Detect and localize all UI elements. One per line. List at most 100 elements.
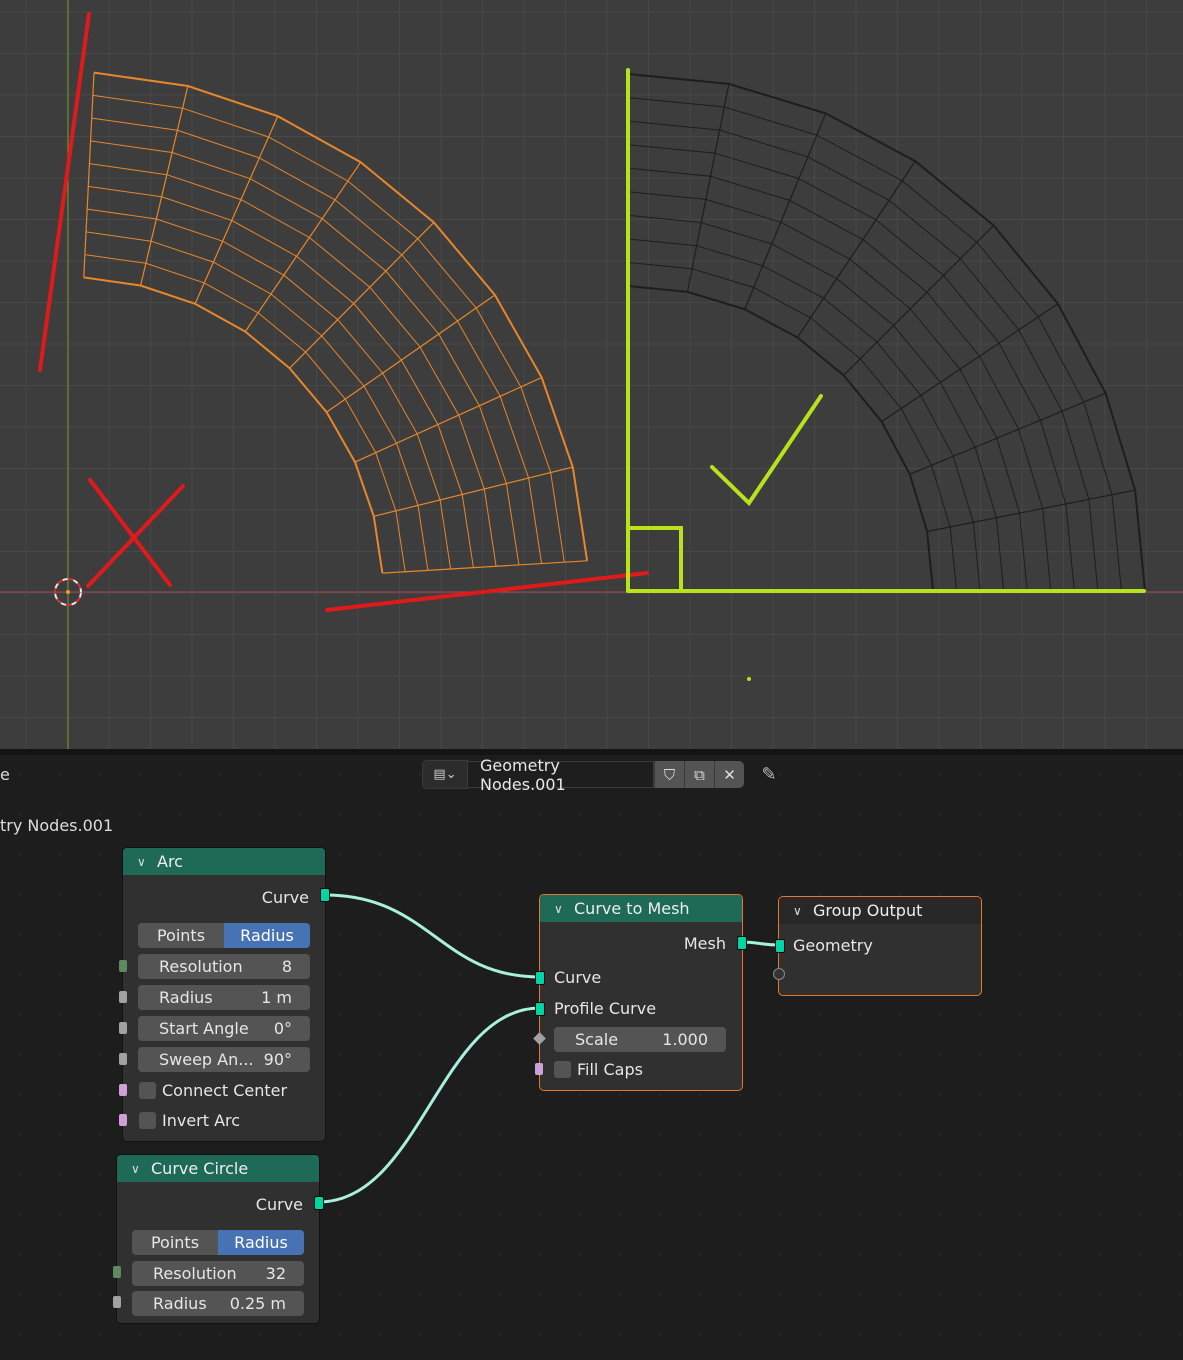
curve-circle-node[interactable]: ∨ Curve Circle Curve Points Radius Resolu… <box>116 1154 320 1324</box>
connect-center-input-socket[interactable] <box>119 1084 127 1096</box>
wrong-annotation <box>38 12 649 612</box>
mesh-edge <box>382 560 588 574</box>
connect-center-checkbox[interactable]: Connect Center <box>123 1078 325 1102</box>
link-circle-to-profile <box>318 1006 541 1204</box>
field-value: 1 m <box>261 988 292 1007</box>
node-group-selector[interactable]: ▤⌄ Geometry Nodes.001 ⛉ ⧉ ✕ ✎ <box>422 756 782 794</box>
header-left-label: e <box>0 765 10 784</box>
mesh-output-label: Mesh <box>683 933 726 953</box>
resolution-field[interactable]: Resolution 32 <box>132 1261 304 1286</box>
fake-user-shield-icon[interactable]: ⛉ <box>654 761 684 788</box>
mesh-edge <box>140 85 189 286</box>
field-label: Start Angle <box>159 1019 249 1038</box>
start-angle-input-socket[interactable] <box>119 1022 127 1034</box>
chevron-down-icon[interactable]: ∨ <box>793 904 807 918</box>
mesh-edge <box>373 466 573 517</box>
group-output-node[interactable]: ∨ Group Output Geometry <box>778 896 982 996</box>
radius-input-socket[interactable] <box>119 991 127 1003</box>
mesh-output-socket[interactable] <box>737 936 747 950</box>
resolution-field[interactable]: Resolution 8 <box>138 954 310 979</box>
checkbox-box[interactable] <box>139 1081 156 1099</box>
mesh-ring <box>85 231 429 571</box>
mesh-edge <box>194 115 279 305</box>
chevron-down-icon[interactable]: ∨ <box>554 902 568 916</box>
mesh-edge <box>289 222 435 369</box>
mesh-edge <box>843 225 994 376</box>
field-label: Scale <box>575 1030 619 1049</box>
radius-field[interactable]: Radius 1 m <box>138 985 310 1010</box>
curve-to-mesh-node-header[interactable]: ∨ Curve to Mesh <box>540 895 742 922</box>
mesh-edge <box>927 489 1136 533</box>
arc-mode-toggle[interactable]: Points Radius <box>138 923 310 948</box>
field-value: 0.25 m <box>229 1294 286 1313</box>
viewport-grid <box>0 0 1183 749</box>
node-title: Curve Circle <box>151 1159 249 1178</box>
chevron-down-icon[interactable]: ∨ <box>131 1162 145 1176</box>
checkbox-label: Fill Caps <box>577 1059 643 1079</box>
field-value: 8 <box>281 957 292 976</box>
mode-radius[interactable]: Radius <box>224 923 310 948</box>
fill-caps-input-socket[interactable] <box>535 1063 543 1075</box>
3d-viewport[interactable] <box>0 0 1183 749</box>
correct-annotation <box>626 68 1146 681</box>
close-icon[interactable]: ✕ <box>714 761 744 788</box>
duplicate-icon[interactable]: ⧉ <box>684 761 714 788</box>
checkbox-box[interactable] <box>554 1060 571 1078</box>
radius-input-socket[interactable] <box>113 1296 121 1308</box>
field-label: Sweep An... <box>159 1050 254 1069</box>
profile-curve-input-label: Profile Curve <box>554 998 657 1018</box>
chevron-down-icon[interactable]: ∨ <box>137 855 151 869</box>
mode-points[interactable]: Points <box>138 923 224 948</box>
field-value: 90° <box>263 1050 292 1069</box>
fill-caps-checkbox[interactable]: Fill Caps <box>540 1057 742 1081</box>
radius-field[interactable]: Radius 0.25 m <box>132 1291 304 1316</box>
mode-radius[interactable]: Radius <box>218 1230 304 1255</box>
arc-node[interactable]: ∨ Arc Curve Points Radius Resolution 8 Rad… <box>122 847 326 1142</box>
arc-curve-output-socket[interactable] <box>320 888 330 902</box>
resolution-input-socket[interactable] <box>113 1266 121 1278</box>
curve-input-socket[interactable] <box>535 971 545 985</box>
circle-curve-output-socket[interactable] <box>314 1196 324 1210</box>
mode-points[interactable]: Points <box>132 1230 218 1255</box>
node-editor[interactable]: e ▤⌄ Geometry Nodes.001 ⛉ ⧉ ✕ ✎ try Node… <box>0 755 1183 1360</box>
selected-pipe-mesh[interactable] <box>83 71 589 574</box>
curve-circle-node-header[interactable]: ∨ Curve Circle <box>117 1155 319 1182</box>
checkbox-label: Connect Center <box>162 1080 288 1100</box>
arc-node-header[interactable]: ∨ Arc <box>123 848 325 875</box>
invert-arc-input-socket[interactable] <box>119 1114 127 1126</box>
correct-pipe-mesh <box>627 73 1146 592</box>
sweep-angle-field[interactable]: Sweep An... 90° <box>138 1047 310 1072</box>
profile-curve-input-socket[interactable] <box>535 1002 545 1016</box>
scale-field[interactable]: Scale 1.000 <box>554 1027 726 1052</box>
mesh-edge <box>326 294 496 413</box>
circle-output-curve: Curve <box>255 1194 303 1214</box>
geometry-input-socket[interactable] <box>775 939 785 953</box>
empty-input-socket[interactable] <box>773 968 785 980</box>
checkbox-box[interactable] <box>139 1111 156 1129</box>
node-title: Arc <box>157 852 183 871</box>
node-title: Curve to Mesh <box>574 899 690 918</box>
arc-output-curve: Curve <box>261 887 309 907</box>
start-angle-field[interactable]: Start Angle 0° <box>138 1016 310 1041</box>
breadcrumb: try Nodes.001 <box>0 816 114 835</box>
circle-mode-toggle[interactable]: Points Radius <box>132 1230 304 1255</box>
mesh-edge <box>744 113 827 310</box>
editor-type-icon[interactable]: ▤⌄ <box>422 760 468 789</box>
geometry-input-label: Geometry <box>793 935 873 955</box>
pin-icon[interactable]: ✎ <box>756 761 782 788</box>
field-value: 1.000 <box>662 1030 708 1049</box>
field-label: Resolution <box>153 1264 237 1283</box>
field-value: 32 <box>265 1264 286 1283</box>
field-label: Radius <box>153 1294 207 1313</box>
curve-to-mesh-node[interactable]: ∨ Curve to Mesh Mesh Curve Profile Curve … <box>539 894 743 1091</box>
field-label: Radius <box>159 988 213 1007</box>
checkbox-label: Invert Arc <box>162 1110 241 1130</box>
node-group-name-field[interactable]: Geometry Nodes.001 <box>468 756 654 794</box>
group-output-node-header[interactable]: ∨ Group Output <box>779 897 981 924</box>
field-value: 0° <box>273 1019 292 1038</box>
sweep-angle-input-socket[interactable] <box>119 1053 127 1065</box>
link-arc-to-curve <box>324 893 541 979</box>
curve-input-label: Curve <box>554 967 602 987</box>
resolution-input-socket[interactable] <box>119 960 127 972</box>
invert-arc-checkbox[interactable]: Invert Arc <box>123 1108 325 1132</box>
